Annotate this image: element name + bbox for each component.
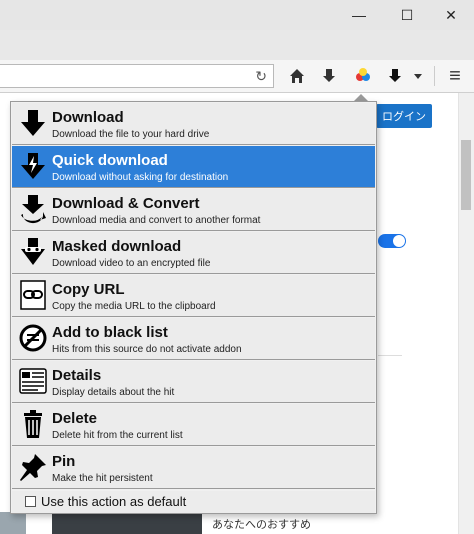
window-titlebar: — ☐ ✕ (0, 0, 474, 30)
downloadhelper-action-menu: Download Download the file to your hard … (10, 101, 377, 514)
menu-item-description: Download media and convert to another fo… (52, 215, 261, 226)
menu-item-quick-download[interactable]: Quick download Download without asking f… (12, 146, 375, 188)
hamburger-icon: ≡ (449, 64, 461, 87)
masked-download-icon (21, 238, 45, 265)
default-action-row[interactable]: Use this action as default (12, 491, 375, 513)
menu-item-description: Hits from this source do not activate ad… (52, 344, 242, 355)
download-convert-icon (21, 195, 46, 224)
menu-item-masked-download[interactable]: Masked download Download video to an enc… (12, 232, 375, 274)
downloadhelper-logo-icon (356, 68, 370, 81)
menu-item-description: Display details about the hit (52, 387, 175, 398)
close-window-button[interactable]: ✕ (428, 0, 474, 30)
minimize-button[interactable]: — (336, 0, 382, 30)
divider (378, 355, 402, 356)
downloads-button[interactable] (316, 64, 342, 88)
login-label: ログイン (382, 111, 426, 123)
details-icon (19, 368, 47, 394)
home-icon (290, 69, 304, 83)
menu-item-description: Copy the media URL to the clipboard (52, 301, 216, 312)
url-bar[interactable]: ↻ (0, 64, 274, 88)
menu-item-details[interactable]: Details Display details about the hit (12, 361, 375, 403)
menu-item-delete[interactable]: Delete Delete hit from the current list (12, 404, 375, 446)
thumbnail-image[interactable] (0, 512, 26, 534)
menu-item-title: Add to black list (52, 324, 168, 341)
menu-item-title: Quick download (52, 152, 168, 169)
link-icon (20, 280, 46, 310)
menu-item-title: Download (52, 109, 124, 126)
default-action-checkbox[interactable] (25, 496, 36, 507)
maximize-icon: ☐ (400, 6, 414, 23)
download-arrow-icon (21, 110, 45, 136)
toolbar-separator (434, 66, 435, 86)
menu-item-title: Masked download (52, 238, 182, 255)
home-button[interactable] (284, 64, 310, 88)
menu-item-title: Download & Convert (52, 195, 200, 212)
download-arrow-icon (389, 69, 401, 82)
menu-item-add-to-blacklist[interactable]: Add to black list Hits from this source … (12, 318, 375, 360)
menu-item-description: Download without asking for destination (52, 172, 229, 183)
reload-icon[interactable]: ↻ (255, 68, 267, 85)
menu-item-description: Delete hit from the current list (52, 430, 183, 441)
close-icon: ✕ (445, 6, 457, 23)
maximize-button[interactable]: ☐ (384, 0, 430, 30)
menu-item-description: Download the file to your hard drive (52, 129, 210, 140)
app-menu-button[interactable]: ≡ (442, 64, 468, 88)
download-dropdown-button[interactable] (408, 64, 428, 88)
trash-icon (24, 410, 42, 438)
login-button[interactable]: ログイン (376, 104, 432, 128)
default-action-label[interactable]: Use this action as default (41, 494, 186, 509)
video-downloadhelper-button[interactable] (350, 64, 376, 88)
menu-item-title: Delete (52, 410, 98, 427)
toggle-switch[interactable] (378, 234, 406, 248)
video-thumbnail[interactable] (52, 512, 202, 534)
minimize-icon: — (352, 7, 366, 23)
menu-item-title: Details (52, 367, 102, 384)
menu-item-description: Download video to an encrypted file (52, 258, 211, 269)
menu-item-download-convert[interactable]: Download & Convert Download media and co… (12, 189, 375, 231)
menu-item-pin[interactable]: Pin Make the hit persistent (12, 447, 375, 489)
recommend-heading: あなたへのおすすめ (212, 519, 311, 531)
menu-item-title: Copy URL (52, 281, 125, 298)
scrollbar-thumb[interactable] (461, 140, 471, 210)
menu-item-download[interactable]: Download Download the file to your hard … (12, 103, 375, 145)
download-arrow-icon (323, 69, 335, 82)
quick-download-icon (21, 153, 45, 179)
chevron-down-icon (414, 74, 422, 79)
download-action-button[interactable] (382, 64, 408, 88)
menu-item-description: Make the hit persistent (52, 473, 153, 484)
menu-item-title: Pin (52, 453, 76, 470)
tab-strip (0, 30, 474, 60)
menu-item-copy-url[interactable]: Copy URL Copy the media URL to the clipb… (12, 275, 375, 317)
blacklist-icon (19, 324, 47, 352)
pin-icon (20, 454, 46, 481)
popup-arrow (354, 94, 368, 101)
